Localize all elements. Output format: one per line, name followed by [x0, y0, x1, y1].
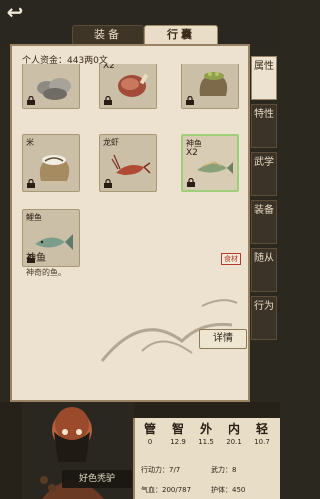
side-tab-followers[interactable]: 随从 — [251, 248, 277, 292]
side-tab-label: 特性 — [254, 109, 274, 120]
app-root: ↩ 装备 行囊 个人资金：443两0文 碎石 肉肉 X2 — [0, 0, 280, 499]
lock-icon — [104, 179, 112, 188]
lock-icon — [27, 179, 35, 188]
side-tab-equipment[interactable]: 装备 — [251, 200, 277, 244]
lock-icon — [104, 96, 112, 105]
lock-icon — [186, 96, 194, 105]
stat-column: 管 0 — [138, 418, 162, 447]
force-value: 武力：8 — [211, 466, 237, 474]
hp-value: 气血：200/787 — [141, 486, 192, 494]
item-slot-ham[interactable]: 肉肉 X2 — [99, 64, 157, 109]
item-type-badge: 食材 — [221, 253, 241, 265]
stat-label: 轻 — [255, 422, 268, 436]
side-tab-label: 装备 — [254, 205, 274, 216]
character-name: 好色秃驴 — [62, 470, 132, 488]
tab-bag[interactable]: 行囊 — [144, 25, 218, 45]
stat-label: 内 — [227, 422, 240, 436]
stat-column: 智 12.9 — [166, 418, 190, 447]
lock-icon — [27, 96, 35, 105]
stat-column: 外 11.5 — [194, 418, 218, 447]
stat-label: 管 — [143, 422, 156, 436]
stat-value: 10.7 — [254, 438, 270, 446]
side-tab-behavior[interactable]: 行为 — [251, 296, 277, 340]
item-slot-divine-fish[interactable]: 神鱼 X2 — [181, 134, 239, 192]
inventory-panel: 个人资金：443两0文 碎石 肉肉 X2 — [10, 44, 250, 402]
fish-icon — [197, 161, 233, 174]
stat-value: 11.5 — [198, 438, 214, 446]
ham-icon — [118, 73, 149, 97]
stats-panel: 管 0 智 12.9 外 11.5 内 20.1 轻 10.7 行动力：7/7 … — [133, 418, 280, 499]
stat-value: 0 — [147, 438, 153, 446]
character-area: 好色秃驴 管 0 智 12.9 外 11.5 内 20.1 轻 10.7 行动力… — [0, 402, 280, 499]
rice-sack-icon — [39, 155, 70, 181]
lobster-icon — [111, 154, 151, 175]
stat-value: 12.9 — [170, 438, 186, 446]
stat-label: 智 — [171, 422, 184, 436]
stat-value: 20.1 — [226, 438, 242, 446]
grain-sack-icon — [199, 72, 228, 96]
item-slot-stone[interactable]: 碎石 — [22, 64, 80, 109]
side-tab-label: 属性 — [254, 61, 274, 72]
details-button[interactable]: 详情 — [199, 329, 247, 349]
side-tab-attributes[interactable]: 属性 — [251, 56, 277, 100]
stat-column: 轻 10.7 — [250, 418, 274, 447]
side-tab-label: 行为 — [254, 301, 274, 312]
selected-item-name: 神鱼 — [26, 253, 46, 264]
back-arrow-icon[interactable]: ↩ — [2, 0, 28, 24]
stat-column: 内 20.1 — [222, 418, 246, 447]
armor-value: 护体：450 — [211, 486, 246, 494]
item-slot-rice[interactable]: 米 — [22, 134, 80, 192]
item-slot-lobster[interactable]: 龙虾 — [99, 134, 157, 192]
item-slot-grain[interactable]: 茶 — [181, 64, 239, 109]
side-tab-label: 随从 — [254, 253, 274, 264]
stone-icon — [37, 78, 71, 100]
side-tab-martial-arts[interactable]: 武学 — [251, 152, 277, 196]
side-tab-traits[interactable]: 特性 — [251, 104, 277, 148]
action-points: 行动力：7/7 — [141, 466, 181, 474]
side-tab-label: 武学 — [254, 157, 274, 168]
tab-equipment[interactable]: 装备 — [72, 25, 144, 45]
item-description: 神奇的鱼。 — [26, 268, 66, 277]
lock-icon — [187, 178, 195, 187]
stat-label: 外 — [199, 422, 212, 436]
top-bar: ↩ 装备 行囊 — [0, 0, 280, 46]
